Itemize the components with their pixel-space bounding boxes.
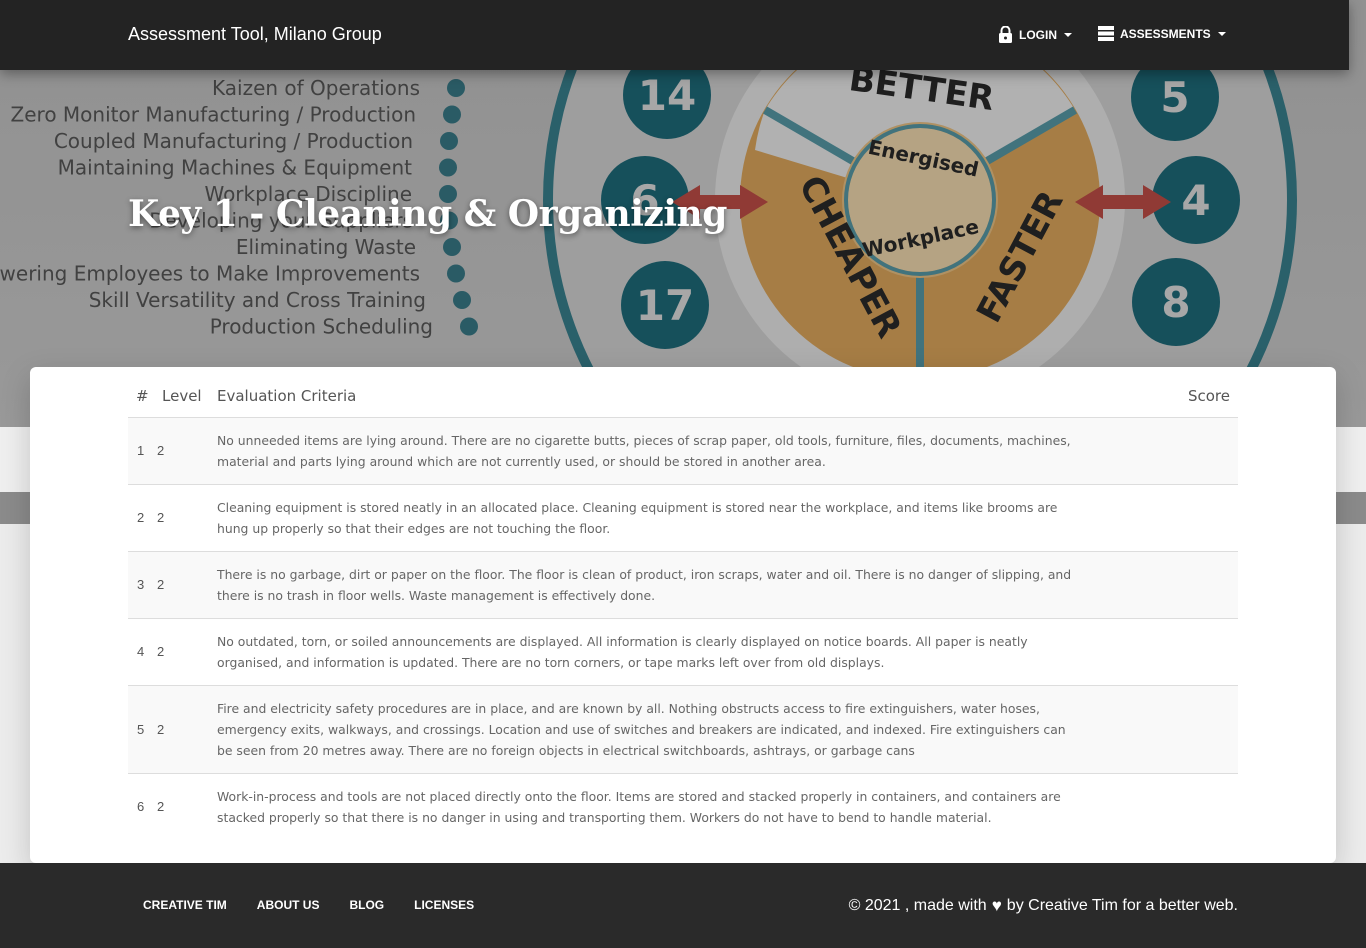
table-row: 2 2 Cleaning equipment is stored neatly … (128, 484, 1238, 552)
brand-title[interactable]: Assessment Tool, Milano Group (128, 24, 382, 45)
row-score[interactable] (1128, 551, 1238, 619)
heart-icon: ♥ (991, 896, 1002, 915)
row-level: 2 (157, 417, 217, 485)
row-num: 2 (128, 484, 157, 552)
row-level: 2 (157, 551, 217, 619)
row-score[interactable] (1128, 685, 1238, 774)
chevron-down-icon (1064, 32, 1072, 37)
header-num: # (128, 375, 157, 418)
table-row: 4 2 No outdated, torn, or soiled announc… (128, 618, 1238, 686)
footer-links: CREATIVE TIM ABOUT US BLOG LICENSES (143, 898, 474, 912)
row-score[interactable] (1128, 417, 1238, 485)
list-icon (1098, 26, 1114, 41)
copyright-suffix[interactable]: by Creative Tim for a better web. (1007, 897, 1238, 915)
table-header-row: # Level Evaluation Criteria Score (128, 375, 1238, 418)
table-row: 3 2 There is no garbage, dirt or paper o… (128, 551, 1238, 619)
copyright: © 2021 , made with ♥ by Creative Tim for… (849, 896, 1238, 916)
row-score[interactable] (1128, 773, 1238, 840)
assessments-label: ASSESSMENTS (1120, 26, 1211, 41)
row-level: 2 (157, 484, 217, 552)
row-score[interactable] (1128, 484, 1238, 552)
row-level: 2 (157, 685, 217, 774)
row-level: 2 (157, 799, 165, 814)
table-row: 5 2 Fire and electricity safety procedur… (128, 685, 1238, 774)
criteria-card: # Level Evaluation Criteria Score 1 2 No… (30, 367, 1336, 863)
assessments-dropdown[interactable]: ASSESSMENTS (1098, 26, 1226, 41)
footer-link-blog[interactable]: BLOG (349, 898, 384, 912)
row-num: 6 (137, 799, 145, 814)
row-num: 3 (128, 551, 157, 619)
top-navbar: Assessment Tool, Milano Group LOGIN ASSE… (0, 0, 1349, 70)
row-level: 2 (157, 618, 217, 686)
row-criteria: Fire and electricity safety procedures a… (217, 685, 1128, 774)
row-criteria: There is no garbage, dirt or paper on th… (217, 551, 1128, 619)
row-num: 4 (128, 618, 157, 686)
table-row: 6 2 Work-in-process and tools are not pl… (128, 773, 1238, 840)
row-score[interactable] (1128, 618, 1238, 686)
footer: CREATIVE TIM ABOUT US BLOG LICENSES © 20… (0, 863, 1366, 948)
footer-link-creative-tim[interactable]: CREATIVE TIM (143, 898, 227, 912)
row-criteria: Work-in-process and tools are not placed… (217, 788, 1061, 825)
copyright-prefix: © 2021 , made with (848, 897, 987, 914)
row-criteria: No unneeded items are lying around. Ther… (217, 417, 1128, 485)
row-criteria: No outdated, torn, or soiled announcemen… (217, 618, 1128, 686)
login-label: LOGIN (1019, 27, 1057, 42)
footer-link-licenses[interactable]: LICENSES (414, 898, 474, 912)
chevron-down-icon (1217, 31, 1226, 36)
login-dropdown[interactable]: LOGIN (998, 26, 1072, 43)
row-num: 5 (128, 685, 157, 774)
row-criteria: Cleaning equipment is stored neatly in a… (217, 484, 1128, 552)
row-num: 1 (128, 417, 157, 485)
header-level: Level (157, 375, 217, 418)
header-score: Score (1128, 375, 1238, 418)
table-row: 1 2 No unneeded items are lying around. … (128, 417, 1238, 485)
header-criteria: Evaluation Criteria (217, 375, 1128, 418)
page-title: Key 1 - Cleaning & Organizing (128, 193, 727, 235)
criteria-table: # Level Evaluation Criteria Score 1 2 No… (128, 375, 1238, 840)
lock-icon (999, 26, 1012, 43)
footer-link-about-us[interactable]: ABOUT US (257, 898, 320, 912)
